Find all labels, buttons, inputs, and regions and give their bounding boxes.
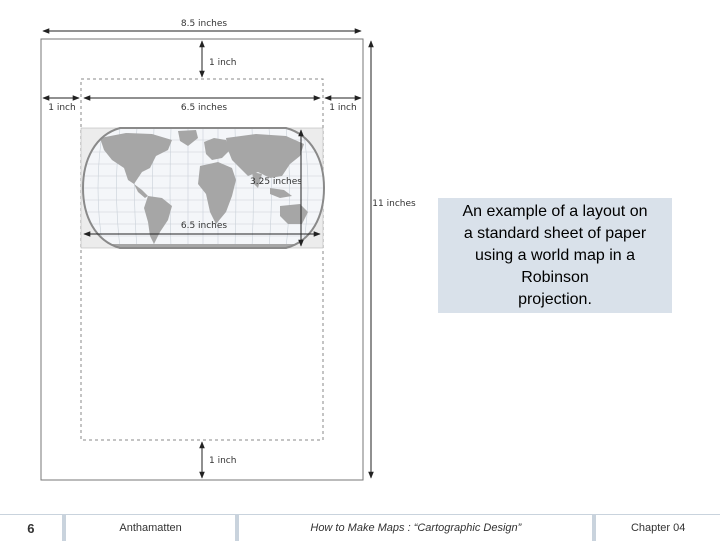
footer-chapter: Chapter 04 <box>630 522 686 534</box>
content-width-label: 6.5 inches <box>181 103 228 113</box>
map-width-label: 6.5 inches <box>181 221 228 231</box>
top-margin-label: 1 inch <box>209 58 236 68</box>
footer-author: Anthamatten <box>119 522 182 534</box>
caption-line: projection. <box>518 290 592 308</box>
caption-line: using a world map in a <box>474 246 636 264</box>
page-number: 6 <box>27 520 35 536</box>
page-height-label: 11 inches <box>372 199 416 209</box>
caption-box: An example of a layout on a standard she… <box>438 198 672 313</box>
caption-line: a standard sheet of paper <box>463 224 647 242</box>
page-width-label: 8.5 inches <box>181 19 228 29</box>
bottom-margin-label: 1 inch <box>209 456 236 466</box>
world-map <box>81 127 326 249</box>
left-margin-label: 1 inch <box>48 103 75 113</box>
slide-footer: 6 Anthamatten How to Make Maps : “Cartog… <box>0 514 720 541</box>
caption-line: Robinson <box>521 268 589 286</box>
footer-book-title: How to Make Maps : “Cartographic Design” <box>310 522 522 534</box>
map-height-label: 3.25 inches <box>250 177 302 187</box>
right-margin-label: 1 inch <box>329 103 356 113</box>
caption-line: An example of a layout on <box>462 202 648 220</box>
